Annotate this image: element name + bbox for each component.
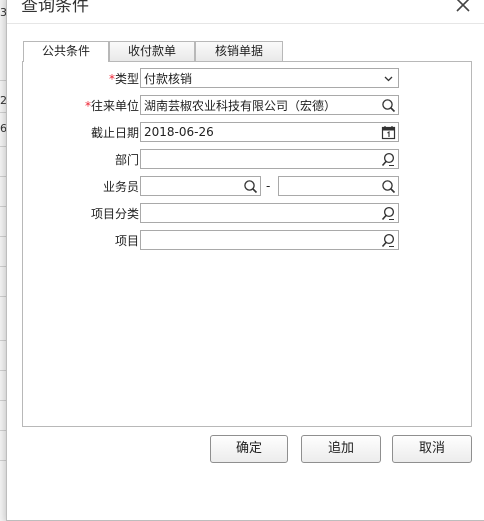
type-label: *类型: [108, 72, 139, 86]
append-button[interactable]: 追加: [301, 435, 381, 463]
range-separator: -: [266, 179, 271, 193]
close-icon[interactable]: [453, 0, 473, 15]
department-field[interactable]: [140, 149, 399, 169]
common-conditions-panel: *类型 *往来单位 截止日期: [22, 61, 472, 427]
department-label: 部门: [114, 153, 139, 167]
salesperson-from-field[interactable]: [140, 176, 261, 196]
deadline-input[interactable]: [141, 123, 382, 141]
tab-common-conditions[interactable]: 公共条件: [23, 41, 109, 62]
type-row: *类型: [23, 68, 471, 90]
project-label: 项目: [114, 234, 139, 248]
department-input[interactable]: [141, 150, 382, 168]
project-category-label: 项目分类: [90, 207, 139, 221]
cancel-button[interactable]: 取消: [392, 435, 472, 463]
unit-field[interactable]: [140, 95, 399, 115]
tree-search-icon[interactable]: [381, 152, 396, 167]
salesperson-label: 业务员: [102, 180, 139, 194]
unit-input[interactable]: [141, 96, 382, 114]
chevron-down-icon[interactable]: [381, 71, 396, 86]
calendar-icon[interactable]: [381, 125, 396, 140]
salesperson-to-input[interactable]: [279, 177, 382, 195]
project-category-field[interactable]: [140, 203, 399, 223]
project-category-row: 项目分类: [23, 203, 471, 225]
project-row: 项目: [23, 230, 471, 252]
type-select-value[interactable]: [141, 69, 382, 87]
query-dialog: 查询条件 公共条件 收付款单 核销单据 *类型 *往来单位: [6, 0, 484, 521]
deadline-label: 截止日期: [90, 126, 139, 140]
search-icon[interactable]: [243, 179, 258, 194]
tree-search-icon[interactable]: [381, 206, 396, 221]
type-select[interactable]: [140, 68, 399, 88]
unit-label: *往来单位: [84, 99, 139, 113]
search-icon[interactable]: [381, 179, 396, 194]
salesperson-to-field[interactable]: [278, 176, 399, 196]
project-input[interactable]: [141, 231, 382, 249]
deadline-field[interactable]: [140, 122, 399, 142]
project-category-input[interactable]: [141, 204, 382, 222]
salesperson-row: 业务员 -: [23, 176, 471, 198]
tab-writeoff-documents[interactable]: 核销单据: [195, 41, 283, 61]
search-icon[interactable]: [381, 98, 396, 113]
deadline-row: 截止日期: [23, 122, 471, 144]
tab-receipts-payments[interactable]: 收付款单: [109, 41, 195, 61]
unit-row: *往来单位: [23, 95, 471, 117]
dialog-title: 查询条件: [21, 0, 89, 16]
ok-button[interactable]: 确定: [210, 435, 288, 463]
project-field[interactable]: [140, 230, 399, 250]
department-row: 部门: [23, 149, 471, 171]
tree-search-icon[interactable]: [381, 233, 396, 248]
salesperson-from-input[interactable]: [141, 177, 244, 195]
title-separator: [7, 23, 484, 24]
